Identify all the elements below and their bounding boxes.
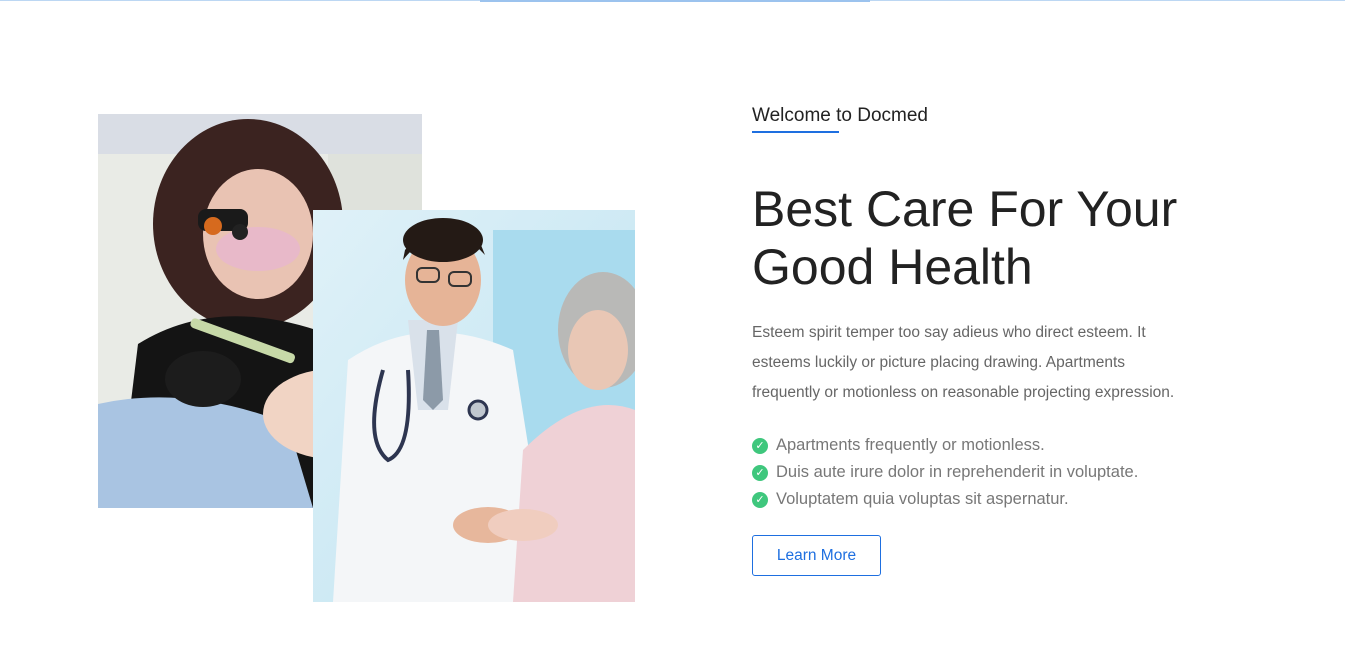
learn-more-button[interactable]: Learn More	[752, 535, 881, 576]
check-circle-icon: ✓	[752, 491, 768, 508]
feature-list: ✓ Apartments frequently or motionless. ✓…	[752, 432, 1232, 513]
section-eyebrow: Welcome to Docmed	[752, 100, 928, 133]
top-progress-accent	[480, 0, 870, 2]
welcome-section: Welcome to Docmed Best Care For Your Goo…	[752, 100, 1232, 576]
feature-item: ✓ Apartments frequently or motionless.	[752, 432, 1232, 459]
eyebrow-text: Welcome to Docmed	[752, 105, 928, 126]
feature-item: ✓ Duis aute irure dolor in reprehenderit…	[752, 459, 1232, 486]
eyebrow-underline	[752, 131, 839, 133]
feature-text: Apartments frequently or motionless.	[776, 436, 1045, 454]
doctor-patient-photo	[313, 210, 635, 602]
feature-item: ✓ Voluptatem quia voluptas sit aspernatu…	[752, 486, 1232, 513]
feature-text: Voluptatem quia voluptas sit aspernatur.	[776, 490, 1069, 508]
feature-text: Duis aute irure dolor in reprehenderit i…	[776, 463, 1139, 481]
check-circle-icon: ✓	[752, 464, 768, 481]
section-description: Esteem spirit temper too say adieus who …	[752, 324, 1175, 401]
check-circle-icon: ✓	[752, 437, 768, 454]
section-title: Best Care For Your Good Health	[752, 181, 1178, 295]
